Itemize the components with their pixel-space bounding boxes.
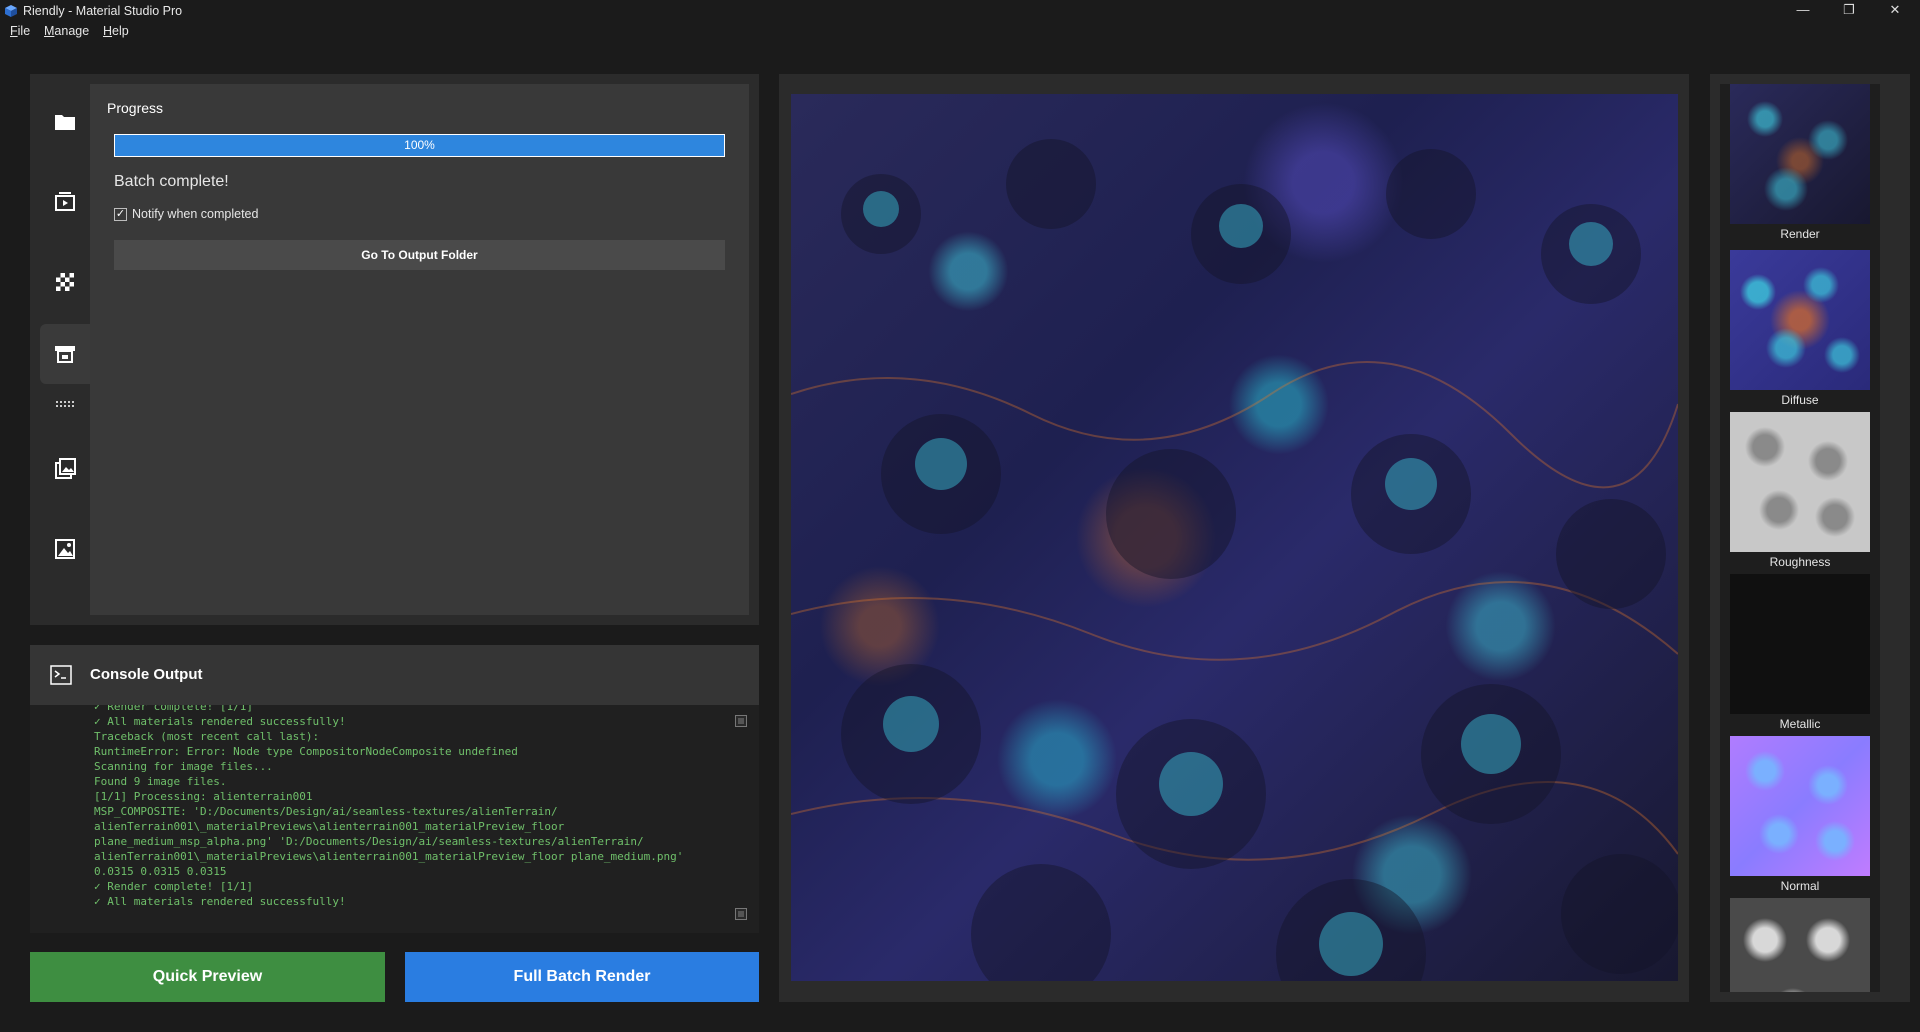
- console-line: Scanning for image files...: [94, 760, 273, 773]
- console-line: alienTerrain001\_materialPreviews\alient…: [94, 820, 565, 833]
- nav-more[interactable]: [40, 384, 90, 424]
- terrain-texture: [791, 139, 1678, 981]
- batch-panel: Progress 100% Batch complete! ✓ Notify w…: [30, 74, 759, 625]
- map-label: Diffuse: [1781, 393, 1819, 407]
- console-line: ✓ Render complete! [1/1]: [94, 880, 253, 893]
- console-header: Console Output: [30, 645, 759, 705]
- progress-panel: Progress 100% Batch complete! ✓ Notify w…: [90, 84, 749, 615]
- console-line: Traceback (most recent call last):: [94, 730, 320, 743]
- console-line: ✓ Render complete! [1/1]: [94, 705, 253, 713]
- nav-media[interactable]: [40, 172, 90, 232]
- nav-gallery[interactable]: [40, 439, 90, 499]
- menu-manage[interactable]: Manage: [44, 24, 89, 38]
- map-thumbnail-metallic[interactable]: [1730, 574, 1870, 714]
- go-to-output-folder-button[interactable]: Go To Output Folder: [114, 240, 725, 270]
- console-line: plane_medium_msp_alpha.png' 'D:/Document…: [94, 835, 644, 848]
- console-line: [1/1] Processing: alienterrain001: [94, 790, 313, 803]
- notify-label[interactable]: Notify when completed: [132, 207, 258, 221]
- console-title: Console Output: [90, 666, 203, 683]
- map-thumbnail-diffuse[interactable]: [1730, 250, 1870, 390]
- gallery-icon: [55, 458, 76, 479]
- window-title: Riendly - Material Studio Pro: [23, 4, 183, 18]
- minimize-icon: —: [1796, 2, 1810, 17]
- dots-icon: [56, 401, 74, 407]
- map-label: Normal: [1780, 879, 1820, 893]
- close-button[interactable]: ✕: [1872, 0, 1918, 22]
- check-icon: ✓: [115, 208, 126, 220]
- console-scroll-down[interactable]: [735, 908, 747, 920]
- map-label: Roughness: [1769, 555, 1831, 569]
- render-icon: [55, 346, 75, 363]
- terminal-icon: [50, 665, 72, 685]
- render-preview-image: [791, 94, 1678, 981]
- checker-icon: [56, 273, 74, 291]
- map-thumbnail-render[interactable]: [1730, 84, 1870, 224]
- nav-render[interactable]: [40, 324, 90, 384]
- status-text: Batch complete!: [114, 173, 229, 190]
- media-icon: [55, 192, 75, 211]
- console-line: ✓ All materials rendered successfully!: [94, 895, 346, 908]
- console-log[interactable]: ✓ Render complete! [1/1] ✓ All materials …: [30, 705, 759, 933]
- restore-button[interactable]: ❐: [1826, 0, 1872, 22]
- title-bar: Riendly - Material Studio Pro — ❐ ✕: [0, 0, 1920, 24]
- minimize-button[interactable]: —: [1780, 0, 1826, 22]
- nav-rail: [30, 74, 90, 625]
- preview-panel: [779, 74, 1689, 1002]
- progress-percent: 100%: [404, 138, 435, 152]
- full-batch-render-button[interactable]: Full Batch Render: [405, 952, 759, 1002]
- menu-help[interactable]: Help: [103, 24, 129, 38]
- texture-maps-panel: Render Diffuse Roughness Metallic Normal: [1710, 74, 1910, 1002]
- nav-textures[interactable]: [40, 252, 90, 312]
- console-scroll-up[interactable]: [735, 715, 747, 727]
- map-thumbnail-roughness[interactable]: [1730, 412, 1870, 552]
- console-line: alienTerrain001\_materialPreviews\alient…: [94, 850, 684, 863]
- console-line: ✓ All materials rendered successfully!: [94, 715, 346, 728]
- app-cube-icon: [5, 5, 17, 17]
- quick-preview-button[interactable]: Quick Preview: [30, 952, 385, 1002]
- progress-bar: 100%: [114, 134, 725, 157]
- close-icon: ✕: [1889, 2, 1901, 17]
- nav-folder[interactable]: [40, 92, 90, 152]
- map-thumbnail-height[interactable]: [1730, 898, 1870, 992]
- map-label: Metallic: [1779, 717, 1821, 731]
- map-thumbnail-normal[interactable]: [1730, 736, 1870, 876]
- texture-maps-list[interactable]: Render Diffuse Roughness Metallic Normal: [1720, 84, 1880, 992]
- console-line: RuntimeError: Error: Node type Composito…: [94, 745, 518, 758]
- notify-checkbox[interactable]: ✓: [114, 208, 127, 221]
- restore-icon: ❐: [1843, 2, 1855, 17]
- nav-image[interactable]: [40, 519, 90, 579]
- progress-heading: Progress: [107, 100, 164, 116]
- image-icon: [55, 539, 75, 559]
- folder-icon: [55, 115, 75, 130]
- menu-file[interactable]: File: [10, 24, 30, 38]
- console-text: ✓ Render complete! [1/1] ✓ All materials …: [94, 705, 734, 909]
- console-line: Found 9 image files.: [94, 775, 227, 788]
- console-line: MSP_COMPOSITE: 'D:/Documents/Design/ai/s…: [94, 805, 558, 818]
- console-line: 0.0315 0.0315 0.0315: [94, 865, 227, 878]
- map-label: Render: [1780, 227, 1820, 241]
- console-panel: Console Output ✓ Render complete! [1/1] ✓…: [30, 645, 759, 933]
